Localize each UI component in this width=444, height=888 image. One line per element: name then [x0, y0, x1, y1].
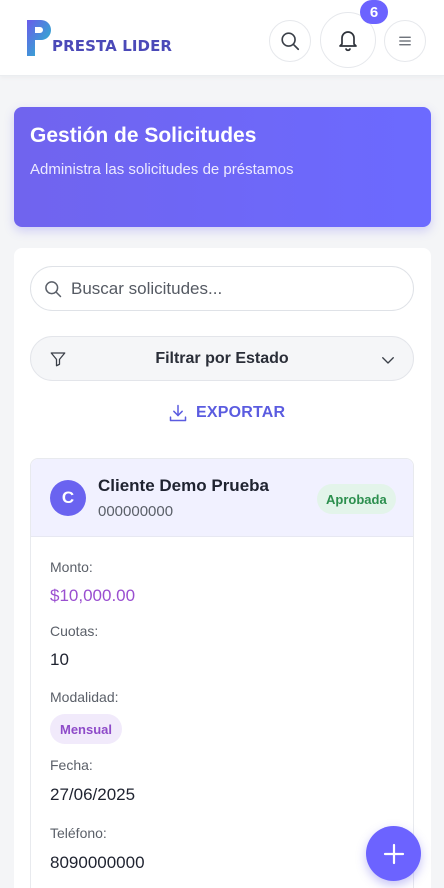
date-label: Fecha:	[50, 757, 93, 773]
search-input[interactable]	[71, 278, 371, 299]
phone-label: Teléfono:	[50, 825, 107, 841]
date-value: 27/06/2025	[50, 785, 136, 804]
amount-label: Monto:	[50, 559, 93, 575]
page-subtitle: Administra las solicitudes de préstamos	[30, 161, 294, 178]
page-header-banner: Gestión de Solicitudes Administra las so…	[14, 107, 431, 227]
search-box[interactable]	[30, 266, 414, 311]
avatar: C	[50, 480, 86, 516]
export-label: EXPORTAR	[196, 404, 286, 421]
menu-icon	[399, 36, 411, 46]
installments-label: Cuotas:	[50, 623, 99, 639]
logo[interactable]: PRESTA LIDER	[24, 18, 172, 58]
plus-icon	[383, 843, 404, 864]
chevron-down-icon	[382, 357, 394, 364]
status-filter-select[interactable]: Filtrar por Estado	[30, 336, 414, 381]
export-button[interactable]: EXPORTAR	[168, 403, 285, 423]
menu-button[interactable]	[384, 20, 426, 62]
installments-value: 10	[50, 650, 69, 669]
client-id: 000000000	[98, 503, 174, 520]
search-icon	[45, 280, 62, 297]
filter-label: Filtrar por Estado	[155, 350, 289, 367]
request-card[interactable]: C Cliente Demo Prueba 000000000 Aprobada…	[30, 458, 414, 888]
mode-badge: Mensual	[50, 714, 123, 744]
page-title: Gestión de Solicitudes	[30, 124, 257, 147]
add-request-button[interactable]	[366, 826, 421, 881]
download-icon	[169, 404, 187, 422]
bell-icon	[339, 31, 357, 52]
search-icon	[281, 32, 300, 51]
request-card-header: C Cliente Demo Prueba 000000000 Aprobada	[31, 459, 413, 537]
notification-badge: 6	[360, 0, 388, 24]
phone-value: 8090000000	[50, 853, 145, 872]
requests-panel: Filtrar por Estado EXPORTAR C Cliente De…	[14, 248, 431, 888]
mode-label: Modalidad:	[50, 689, 119, 705]
logo-text: PRESTA LIDER	[52, 37, 173, 55]
top-bar: PRESTA LIDER 6	[0, 0, 444, 76]
amount-value: $10,000.00	[50, 586, 136, 605]
client-name: Cliente Demo Prueba	[98, 476, 269, 495]
status-badge: Aprobada	[317, 484, 396, 514]
search-button[interactable]	[269, 20, 311, 62]
logo-mark-icon	[27, 20, 51, 56]
